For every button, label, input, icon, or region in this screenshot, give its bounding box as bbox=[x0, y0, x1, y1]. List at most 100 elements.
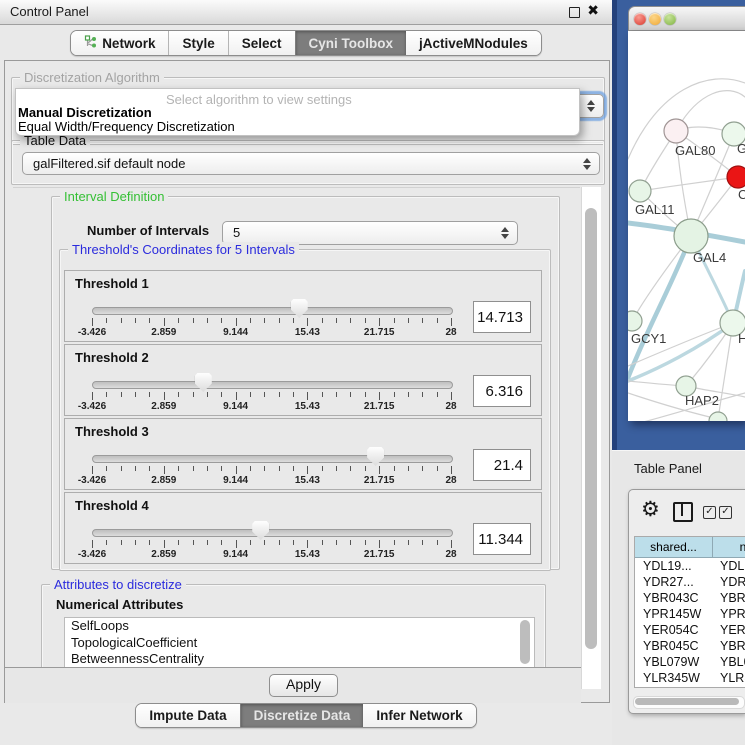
zoom-traffic-light[interactable] bbox=[664, 13, 676, 25]
tab-style[interactable]: Style bbox=[168, 31, 227, 55]
table-row[interactable]: YIL052CYIL0 bbox=[635, 686, 745, 688]
tick-mark bbox=[365, 318, 366, 323]
table-cell: YBR045C bbox=[635, 638, 712, 654]
tick-mark bbox=[307, 466, 308, 474]
slider-thumb[interactable] bbox=[252, 521, 269, 540]
tick-label: 28 bbox=[429, 549, 473, 560]
threshold-value-field[interactable]: 21.4 bbox=[473, 449, 531, 481]
attribute-list-item[interactable]: TopologicalCoefficient bbox=[65, 635, 534, 652]
column-header-1[interactable]: n bbox=[713, 537, 745, 558]
table-row[interactable]: YBR045CYBR0 bbox=[635, 638, 745, 654]
table-data-combo[interactable]: galFiltered.sif default node bbox=[22, 152, 600, 175]
numerical-attributes-list[interactable]: SelfLoopsTopologicalCoefficientBetweenne… bbox=[64, 617, 535, 668]
network-edge[interactable] bbox=[718, 323, 733, 419]
tick-mark bbox=[422, 318, 423, 323]
network-canvas[interactable]: GAL80GCGAL11GAL4GCY1HHAP2 bbox=[628, 31, 745, 421]
threshold-row-threshold-3: Threshold 3-3.4262.8599.14415.4321.71528… bbox=[64, 418, 542, 490]
float-window-icon[interactable] bbox=[569, 7, 580, 18]
tick-label: -3.426 bbox=[70, 549, 114, 560]
tick-mark bbox=[322, 466, 323, 471]
network-node[interactable] bbox=[709, 412, 727, 421]
tick-mark bbox=[106, 392, 107, 397]
tick-mark bbox=[207, 392, 208, 397]
slider-thumb[interactable] bbox=[195, 373, 212, 392]
screenshot: Control Panel ✖ NetworkStyleSelectCyni T… bbox=[0, 0, 745, 745]
tick-mark bbox=[207, 466, 208, 471]
table-row[interactable]: YBL079WYBL0 bbox=[635, 654, 745, 670]
network-node[interactable] bbox=[629, 180, 651, 202]
network-edge[interactable] bbox=[640, 177, 738, 191]
slider-thumb[interactable] bbox=[367, 447, 384, 466]
minimize-traffic-light[interactable] bbox=[649, 13, 661, 25]
slider-track[interactable] bbox=[92, 455, 453, 463]
tab-infer-network[interactable]: Infer Network bbox=[363, 704, 475, 727]
scrollbar-thumb[interactable] bbox=[585, 208, 597, 649]
slider-track[interactable] bbox=[92, 381, 453, 389]
tick-mark bbox=[264, 318, 265, 323]
table-row[interactable]: YBR043CYBR0 bbox=[635, 590, 745, 606]
attribute-list-item[interactable]: SelfLoops bbox=[65, 618, 534, 635]
table-hscrollbar[interactable] bbox=[633, 696, 745, 709]
tick-mark bbox=[336, 392, 337, 397]
dropdown-hint: Select algorithm to view settings bbox=[166, 92, 352, 107]
apply-button[interactable]: Apply bbox=[269, 674, 338, 697]
slider-track[interactable] bbox=[92, 529, 453, 537]
tick-label: 28 bbox=[429, 475, 473, 486]
node-label-c: C bbox=[738, 187, 745, 202]
network-node[interactable] bbox=[674, 219, 708, 253]
dropdown-item-manual-discretization[interactable]: Manual Discretization bbox=[18, 105, 152, 120]
column-header-0[interactable]: shared... bbox=[635, 537, 713, 558]
tick-mark bbox=[193, 540, 194, 545]
top-tab-bar: NetworkStyleSelectCyni ToolboxjActiveMNo… bbox=[0, 30, 612, 56]
slider-thumb[interactable] bbox=[291, 299, 308, 318]
network-node[interactable] bbox=[628, 311, 642, 331]
close-traffic-light[interactable] bbox=[634, 13, 646, 25]
dropdown-item-equal-width-frequency[interactable]: Equal Width/Frequency Discretization bbox=[18, 119, 235, 134]
settings-scrollbar[interactable] bbox=[581, 187, 601, 689]
tick-mark bbox=[293, 466, 294, 471]
threshold-value-field[interactable]: 6.316 bbox=[473, 375, 531, 407]
tab-discretize-data[interactable]: Discretize Data bbox=[240, 704, 364, 727]
tick-label: 2.859 bbox=[142, 327, 186, 338]
table-row[interactable]: YLR345WYLR3 bbox=[635, 670, 745, 686]
tick-mark bbox=[92, 318, 93, 326]
table-row[interactable]: YPR145WYPR1 bbox=[635, 606, 745, 622]
tick-mark bbox=[394, 392, 395, 397]
num-intervals-label: Number of Intervals bbox=[87, 223, 209, 238]
table-data-combo-value: galFiltered.sif default node bbox=[33, 156, 185, 171]
tick-mark bbox=[135, 540, 136, 545]
node-table[interactable]: shared...nYDL19...YDL1YDR27...YDR2YBR043… bbox=[634, 536, 745, 688]
tick-mark bbox=[221, 318, 222, 323]
threshold-value-field[interactable]: 11.344 bbox=[473, 523, 531, 555]
split-columns-icon[interactable] bbox=[673, 502, 693, 522]
threshold-value-field[interactable]: 14.713 bbox=[473, 301, 531, 333]
tick-mark bbox=[279, 540, 280, 545]
tick-mark bbox=[437, 540, 438, 545]
node-label-g: G bbox=[737, 141, 745, 156]
tab-select[interactable]: Select bbox=[228, 31, 295, 55]
tab-network[interactable]: Network bbox=[71, 31, 168, 55]
tab-cyni-toolbox[interactable]: Cyni Toolbox bbox=[295, 31, 407, 55]
network-node[interactable] bbox=[727, 166, 745, 188]
hscrollbar-thumb[interactable] bbox=[635, 698, 739, 705]
network-node[interactable] bbox=[664, 119, 688, 143]
network-window-titlebar[interactable] bbox=[628, 6, 745, 31]
tick-mark bbox=[236, 392, 237, 400]
table-row[interactable]: YDL19...YDL1 bbox=[635, 558, 745, 574]
tick-mark bbox=[350, 540, 351, 545]
checkbox-checked-icon[interactable]: ✓ bbox=[719, 506, 732, 519]
tick-mark bbox=[379, 392, 380, 400]
thresholds-group: Threshold's Coordinates for 5 Intervals … bbox=[59, 249, 551, 571]
table-row[interactable]: YER054CYER0 bbox=[635, 622, 745, 638]
attribute-list-item[interactable]: BetweennessCentrality bbox=[65, 651, 534, 668]
tick-mark bbox=[135, 318, 136, 323]
list-scrollbar-thumb[interactable] bbox=[520, 620, 530, 664]
tab-jactivemnodules[interactable]: jActiveMNodules bbox=[406, 31, 541, 55]
tab-impute-data[interactable]: Impute Data bbox=[136, 704, 239, 727]
checkbox-checked-icon[interactable]: ✓ bbox=[703, 506, 716, 519]
slider-track[interactable] bbox=[92, 307, 453, 315]
gear-icon[interactable]: ⚙ bbox=[641, 497, 660, 522]
close-icon[interactable]: ✖ bbox=[587, 2, 599, 19]
node-label-hap2: HAP2 bbox=[685, 393, 719, 408]
table-row[interactable]: YDR27...YDR2 bbox=[635, 574, 745, 590]
